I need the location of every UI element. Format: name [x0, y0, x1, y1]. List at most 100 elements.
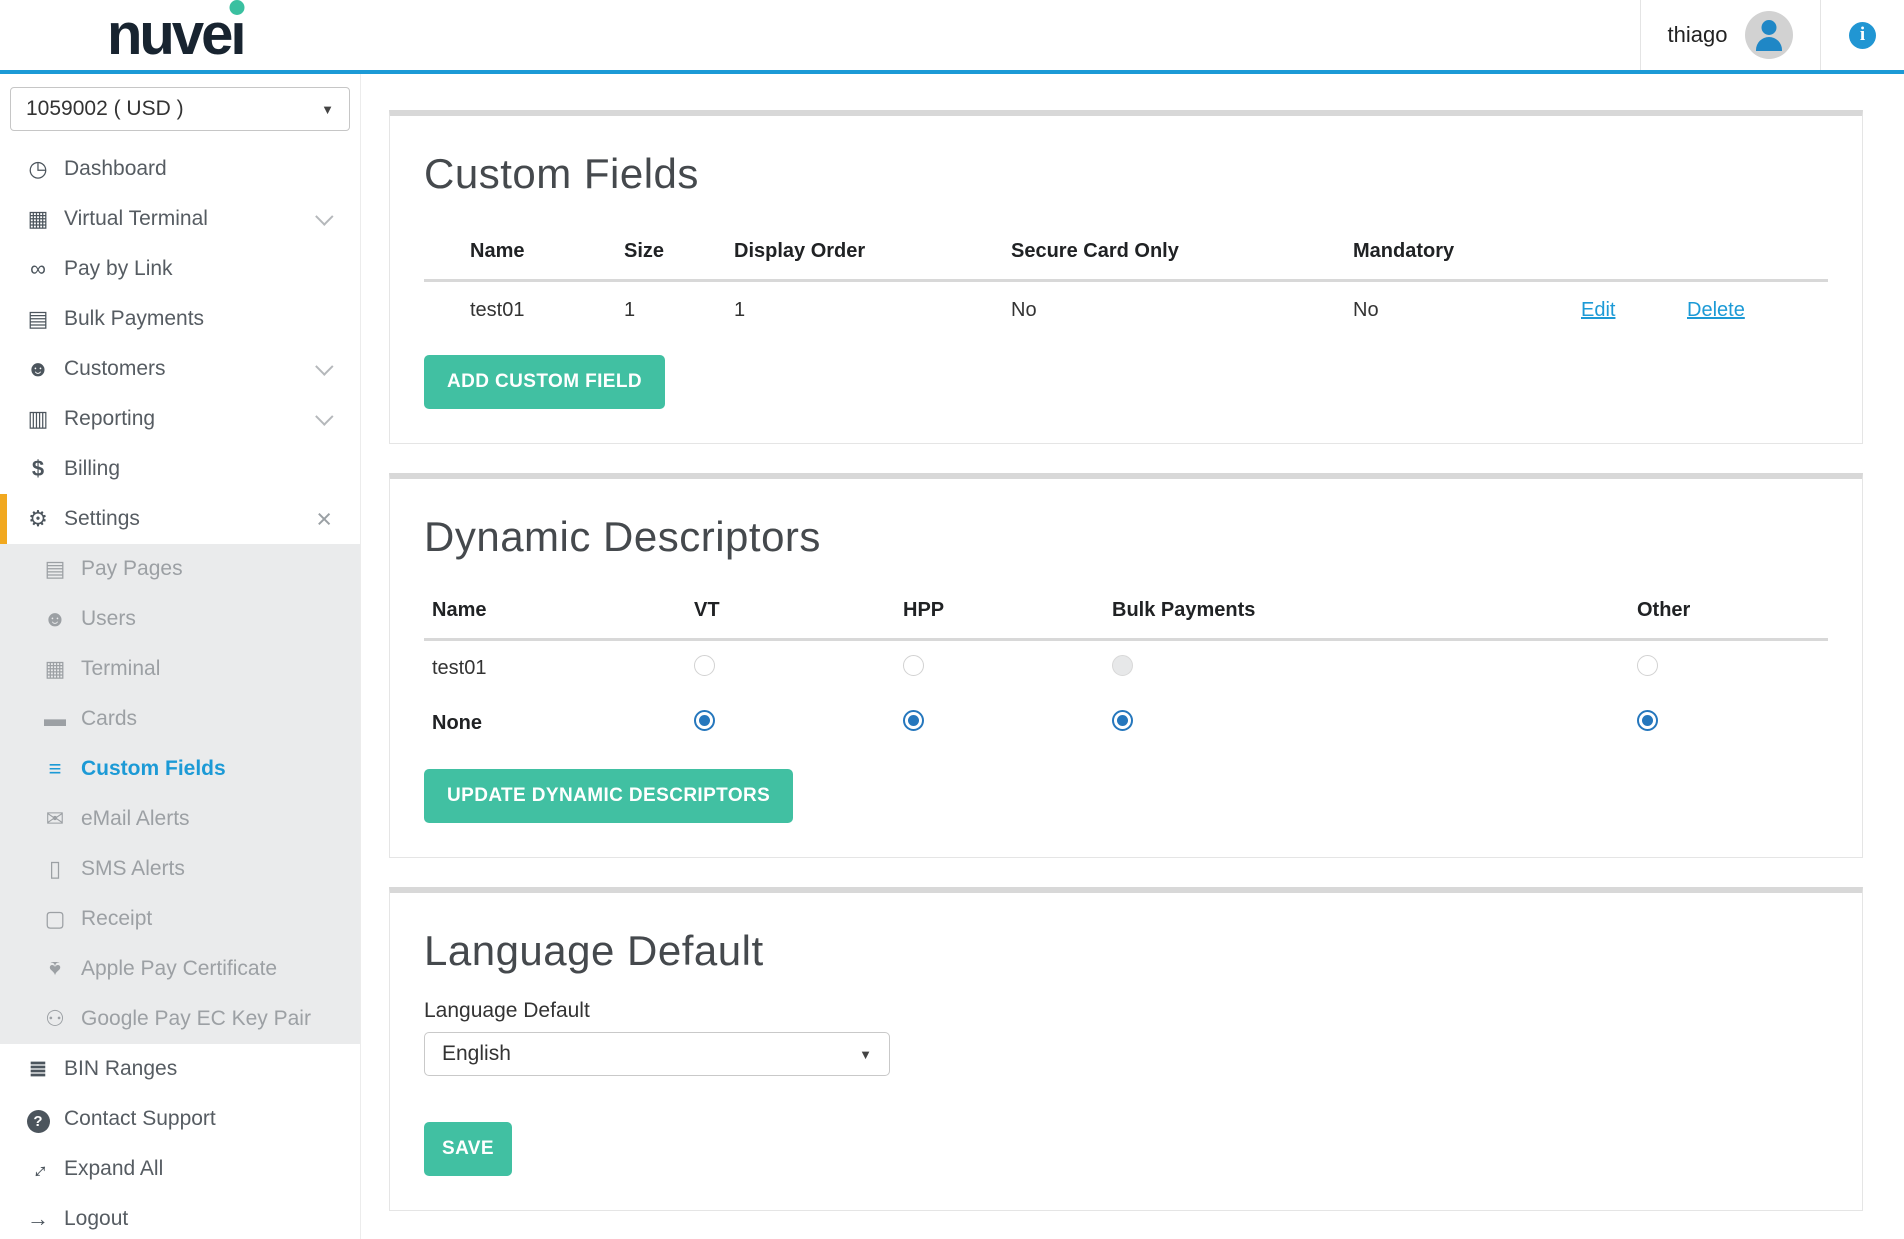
dropdown-arrow-icon: ▼	[859, 1047, 872, 1062]
language-default-card: Language Default Language Default Englis…	[389, 887, 1863, 1211]
sidebar: 1059002 ( USD ) ▼ ◷ Dashboard ▦ Virtual …	[0, 74, 361, 1239]
close-icon[interactable]: ×	[316, 506, 332, 533]
nuvei-logo: nuveı	[107, 6, 244, 64]
sidebar-item-terminal[interactable]: ▦ Terminal	[0, 644, 360, 694]
column-header-size: Size	[610, 226, 720, 281]
chevron-down-icon	[315, 407, 333, 425]
billing-icon: $	[22, 456, 54, 482]
pay-pages-icon: ▤	[39, 556, 71, 582]
add-custom-field-button[interactable]: ADD CUSTOM FIELD	[424, 355, 665, 409]
radio-none-other[interactable]	[1637, 710, 1658, 731]
radio-test01-other[interactable]	[1637, 655, 1658, 676]
main-content: Custom Fields Name Size Display Order Se…	[361, 74, 1904, 1239]
terminal-icon: ▦	[22, 206, 54, 232]
edit-link[interactable]: Edit	[1581, 299, 1615, 321]
sidebar-item-sms-alerts[interactable]: ▯ SMS Alerts	[0, 844, 360, 894]
pay-by-link-icon: ∞	[22, 256, 54, 282]
update-dynamic-descriptors-button[interactable]: UPDATE DYNAMIC DESCRIPTORS	[424, 769, 793, 823]
sidebar-item-custom-fields[interactable]: ≡ Custom Fields	[0, 744, 360, 794]
account-selector[interactable]: 1059002 ( USD ) ▼	[10, 87, 350, 131]
column-header-delete	[1673, 226, 1828, 281]
column-header-other: Other	[1629, 585, 1828, 640]
email-alerts-icon: ✉	[39, 806, 71, 832]
radio-test01-bulk-payments[interactable]	[1112, 655, 1133, 676]
chevron-down-icon	[315, 357, 333, 375]
column-header-name: Name	[424, 585, 686, 640]
info-box: i	[1821, 0, 1904, 70]
apple-icon: ♠	[39, 956, 71, 982]
page-title-dynamic-descriptors: Dynamic Descriptors	[424, 513, 1828, 561]
top-bar: nuveı thiago i	[0, 0, 1904, 74]
account-selector-value: 1059002 ( USD )	[26, 97, 184, 121]
column-header-name: Name	[424, 226, 610, 281]
column-header-mandatory: Mandatory	[1339, 226, 1567, 281]
terminal-icon: ▦	[39, 656, 71, 682]
logout-icon: →	[22, 1206, 54, 1232]
page-title-custom-fields: Custom Fields	[424, 150, 1828, 198]
sidebar-item-apple-pay-certificate[interactable]: ♠ Apple Pay Certificate	[0, 944, 360, 994]
sidebar-item-bin-ranges[interactable]: ≣ BIN Ranges	[0, 1044, 360, 1094]
expand-all-icon: ↔	[17, 1148, 58, 1189]
radio-none-vt[interactable]	[694, 710, 715, 731]
custom-fields-table: Name Size Display Order Secure Card Only…	[424, 226, 1828, 339]
logo-wrap: nuveı	[0, 0, 1640, 70]
table-row: test01 1 1 No No Edit Delete	[424, 281, 1828, 340]
radio-test01-hpp[interactable]	[903, 655, 924, 676]
user-menu[interactable]: thiago	[1640, 0, 1821, 70]
info-icon[interactable]: i	[1849, 22, 1876, 49]
bulk-payments-icon: ▤	[22, 306, 54, 332]
sidebar-item-expand-all[interactable]: ↔ Expand All	[0, 1144, 360, 1194]
custom-fields-icon: ≡	[39, 756, 71, 782]
sidebar-item-google-pay-ec-key-pair[interactable]: ⚇ Google Pay EC Key Pair	[0, 994, 360, 1044]
sidebar-item-receipt[interactable]: ▢ Receipt	[0, 894, 360, 944]
customers-icon: ☻	[22, 356, 54, 382]
cell-size: 1	[610, 281, 720, 340]
table-row: test01	[424, 640, 1828, 697]
sidebar-item-customers[interactable]: ☻ Customers	[0, 344, 360, 394]
table-row: None	[424, 696, 1828, 751]
bin-ranges-icon: ≣	[22, 1056, 54, 1082]
table-header-row: Name Size Display Order Secure Card Only…	[424, 226, 1828, 281]
column-header-secure-card-only: Secure Card Only	[997, 226, 1339, 281]
sidebar-item-bulk-payments[interactable]: ▤ Bulk Payments	[0, 294, 360, 344]
sidebar-item-logout[interactable]: → Logout	[0, 1194, 360, 1239]
cell-secure-card-only: No	[997, 281, 1339, 340]
sidebar-item-reporting[interactable]: ▥ Reporting	[0, 394, 360, 444]
cards-icon: ▬	[39, 706, 71, 732]
sidebar-item-settings[interactable]: ⚙ Settings ×	[0, 494, 360, 544]
chevron-down-icon	[315, 207, 333, 225]
table-header-row: Name VT HPP Bulk Payments Other	[424, 585, 1828, 640]
column-header-hpp: HPP	[895, 585, 1104, 640]
reporting-icon: ▥	[22, 406, 54, 432]
sidebar-item-email-alerts[interactable]: ✉ eMail Alerts	[0, 794, 360, 844]
dynamic-descriptors-table: Name VT HPP Bulk Payments Other test01	[424, 585, 1828, 751]
radio-none-hpp[interactable]	[903, 710, 924, 731]
cell-name: test01	[424, 281, 610, 340]
sidebar-item-contact-support[interactable]: ? Contact Support	[0, 1094, 360, 1144]
logo-dot-icon	[229, 0, 244, 15]
user-avatar-icon[interactable]	[1745, 11, 1793, 59]
save-button[interactable]: SAVE	[424, 1122, 512, 1176]
language-select-value: English	[442, 1042, 511, 1066]
sidebar-item-pay-pages[interactable]: ▤ Pay Pages	[0, 544, 360, 594]
language-select[interactable]: English ▼	[424, 1032, 890, 1076]
dropdown-arrow-icon: ▼	[321, 102, 334, 117]
sms-alerts-icon: ▯	[39, 856, 71, 882]
language-default-label: Language Default	[424, 999, 1828, 1023]
sidebar-item-users[interactable]: ☻ Users	[0, 594, 360, 644]
column-header-edit	[1567, 226, 1673, 281]
sidebar-item-dashboard[interactable]: ◷ Dashboard	[0, 144, 360, 194]
radio-test01-vt[interactable]	[694, 655, 715, 676]
sidebar-item-pay-by-link[interactable]: ∞ Pay by Link	[0, 244, 360, 294]
custom-fields-card: Custom Fields Name Size Display Order Se…	[389, 110, 1863, 444]
username: thiago	[1668, 22, 1728, 48]
delete-link[interactable]: Delete	[1687, 299, 1745, 321]
sidebar-item-cards[interactable]: ▬ Cards	[0, 694, 360, 744]
android-icon: ⚇	[39, 1006, 71, 1032]
sidebar-nav: ◷ Dashboard ▦ Virtual Terminal ∞ Pay by …	[0, 144, 360, 1239]
contact-support-icon: ?	[27, 1110, 50, 1133]
radio-none-bulk-payments[interactable]	[1112, 710, 1133, 731]
sidebar-item-virtual-terminal[interactable]: ▦ Virtual Terminal	[0, 194, 360, 244]
column-header-display-order: Display Order	[720, 226, 997, 281]
sidebar-item-billing[interactable]: $ Billing	[0, 444, 360, 494]
